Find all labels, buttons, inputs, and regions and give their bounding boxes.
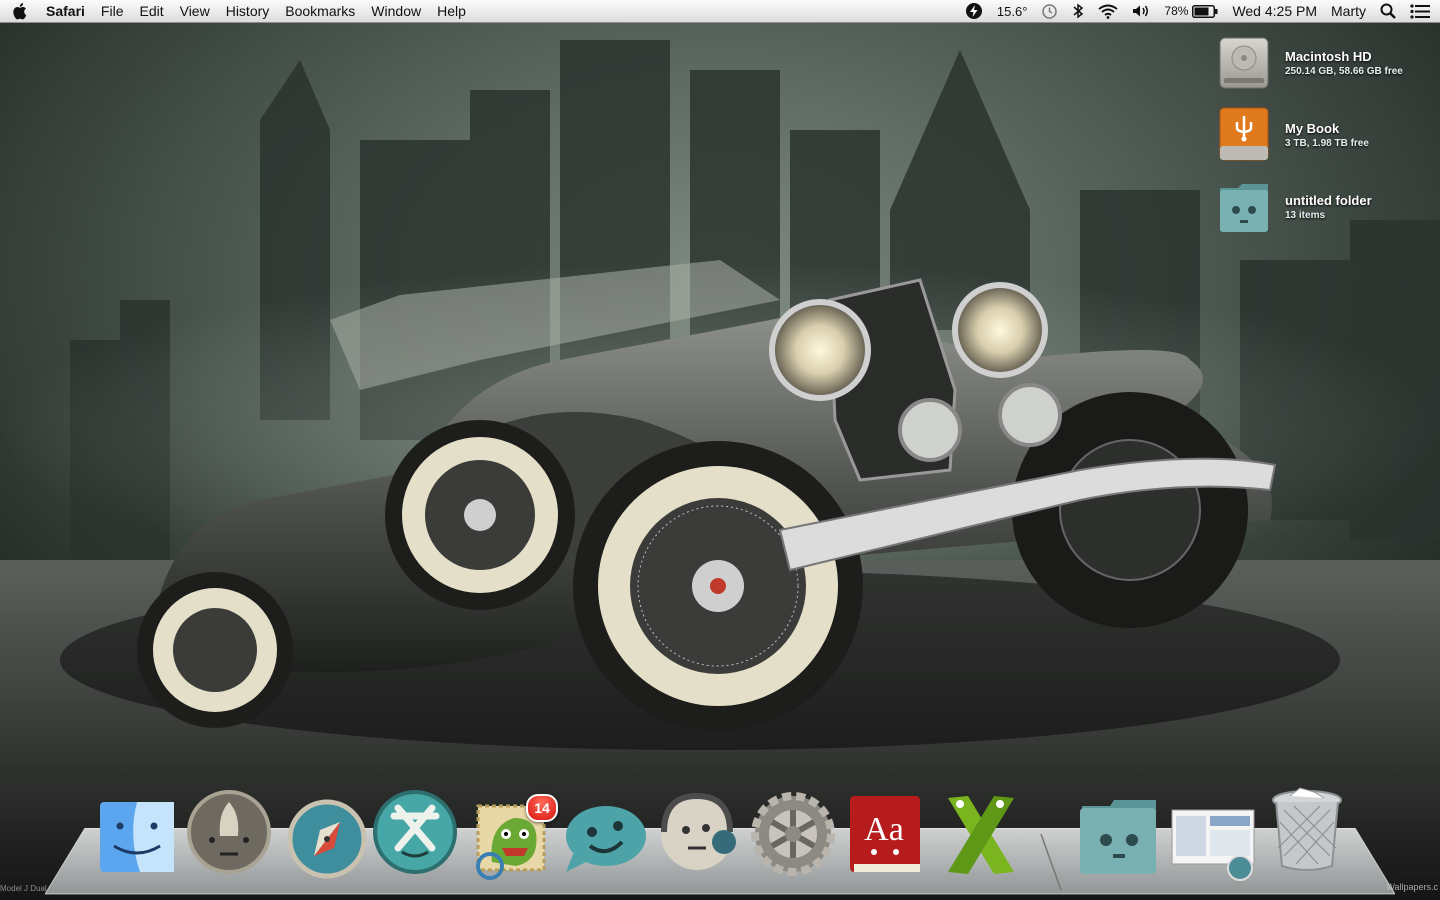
dock-xcode[interactable] [938, 792, 1024, 878]
wallpaper-credit-right: Wallpapers.c [1386, 882, 1438, 892]
system-preferences-icon [751, 792, 835, 876]
folder-stack-icon [1080, 800, 1156, 874]
dock-system-preferences[interactable] [750, 790, 836, 876]
menu-bar: Safari File Edit View History Bookmarks … [0, 0, 1440, 23]
battery-status-item[interactable]: 78% [1157, 4, 1225, 18]
clock[interactable]: Wed 4:25 PM [1225, 3, 1324, 19]
desktop-item-info: 13 items [1285, 209, 1326, 221]
apple-icon [13, 3, 27, 20]
dictionary-label: Aa [864, 811, 904, 848]
desktop-item-name: untitled folder [1285, 192, 1372, 208]
desktop-item-info: 250.14 GB, 58.66 GB free [1285, 65, 1403, 77]
dock-itunes[interactable] [654, 788, 740, 874]
dock-safari[interactable] [284, 796, 370, 882]
time-machine-status-item[interactable] [1034, 3, 1065, 20]
volume-icon [1133, 5, 1149, 17]
app-store-icon [373, 790, 457, 874]
power-status-item[interactable] [958, 2, 990, 20]
desktop-item-macintosh-hd[interactable]: Macintosh HD 250.14 GB, 58.66 GB free [1216, 32, 1436, 94]
dock-messages[interactable] [560, 796, 646, 882]
folder-icon [1220, 184, 1268, 232]
status-area: 15.6° 78% Wed 4:25 PM Marty [958, 0, 1440, 22]
notification-list-icon [1410, 3, 1430, 19]
menu-help[interactable]: Help [429, 3, 474, 19]
wifi-status-item[interactable] [1091, 4, 1125, 19]
bolt-icon [965, 3, 982, 19]
itunes-icon [661, 792, 736, 870]
menu-view[interactable]: View [172, 3, 218, 19]
desktop-item-untitled-folder[interactable]: untitled folder 13 items [1216, 176, 1436, 238]
notification-center-button[interactable] [1403, 3, 1440, 19]
dock-screenshot-stack[interactable] [1170, 796, 1256, 882]
wifi-icon [1098, 4, 1119, 19]
launchpad-icon [187, 790, 271, 874]
screenshot-stack-icon [1171, 809, 1255, 881]
time-machine-icon [1042, 3, 1058, 19]
volume-status-item[interactable] [1125, 4, 1157, 18]
trash-icon [1272, 787, 1342, 871]
menu-history[interactable]: History [218, 3, 278, 19]
spotlight-button[interactable] [1373, 3, 1403, 19]
dock-trash[interactable] [1264, 786, 1350, 872]
apple-menu[interactable] [0, 2, 42, 20]
messages-icon [566, 806, 646, 872]
finder-icon [100, 802, 174, 872]
bluetooth-status-item[interactable] [1065, 3, 1091, 19]
dock-app-store[interactable] [372, 788, 458, 874]
safari-icon [287, 799, 367, 879]
menu-bookmarks[interactable]: Bookmarks [277, 3, 363, 19]
dock-mail[interactable]: 14 [470, 794, 558, 882]
dock-finder[interactable] [94, 796, 180, 882]
spotlight-icon [1380, 3, 1396, 19]
dictionary-icon: Aa [850, 796, 920, 872]
bluetooth-icon [1073, 3, 1084, 19]
mail-unread-badge: 14 [526, 794, 558, 822]
dock-folder-stack[interactable] [1076, 792, 1162, 878]
xcode-icon [948, 796, 1014, 874]
temperature-readout[interactable]: 15.6° [990, 4, 1035, 19]
menu-window[interactable]: Window [363, 3, 429, 19]
desktop-item-name: My Book [1285, 120, 1340, 136]
desktop-item-name: Macintosh HD [1285, 48, 1372, 64]
dock-dictionary[interactable]: Aa [844, 792, 930, 878]
menu-file[interactable]: File [93, 3, 132, 19]
battery-percent: 78% [1164, 4, 1189, 18]
usb-drive-icon [1219, 107, 1269, 161]
user-menu[interactable]: Marty [1324, 3, 1373, 19]
desktop-item-my-book[interactable]: My Book 3 TB, 1.98 TB free [1216, 104, 1436, 166]
battery-icon [1192, 4, 1218, 18]
desktop-item-info: 3 TB, 1.98 TB free [1285, 137, 1369, 149]
menu-edit[interactable]: Edit [131, 3, 171, 19]
hard-drive-icon [1219, 37, 1269, 89]
wallpaper-credit-left: Model J Dual [0, 884, 47, 893]
dock-launchpad[interactable] [186, 788, 272, 874]
app-menu-safari[interactable]: Safari [42, 3, 93, 19]
dock: 14 Aa [0, 782, 1440, 900]
